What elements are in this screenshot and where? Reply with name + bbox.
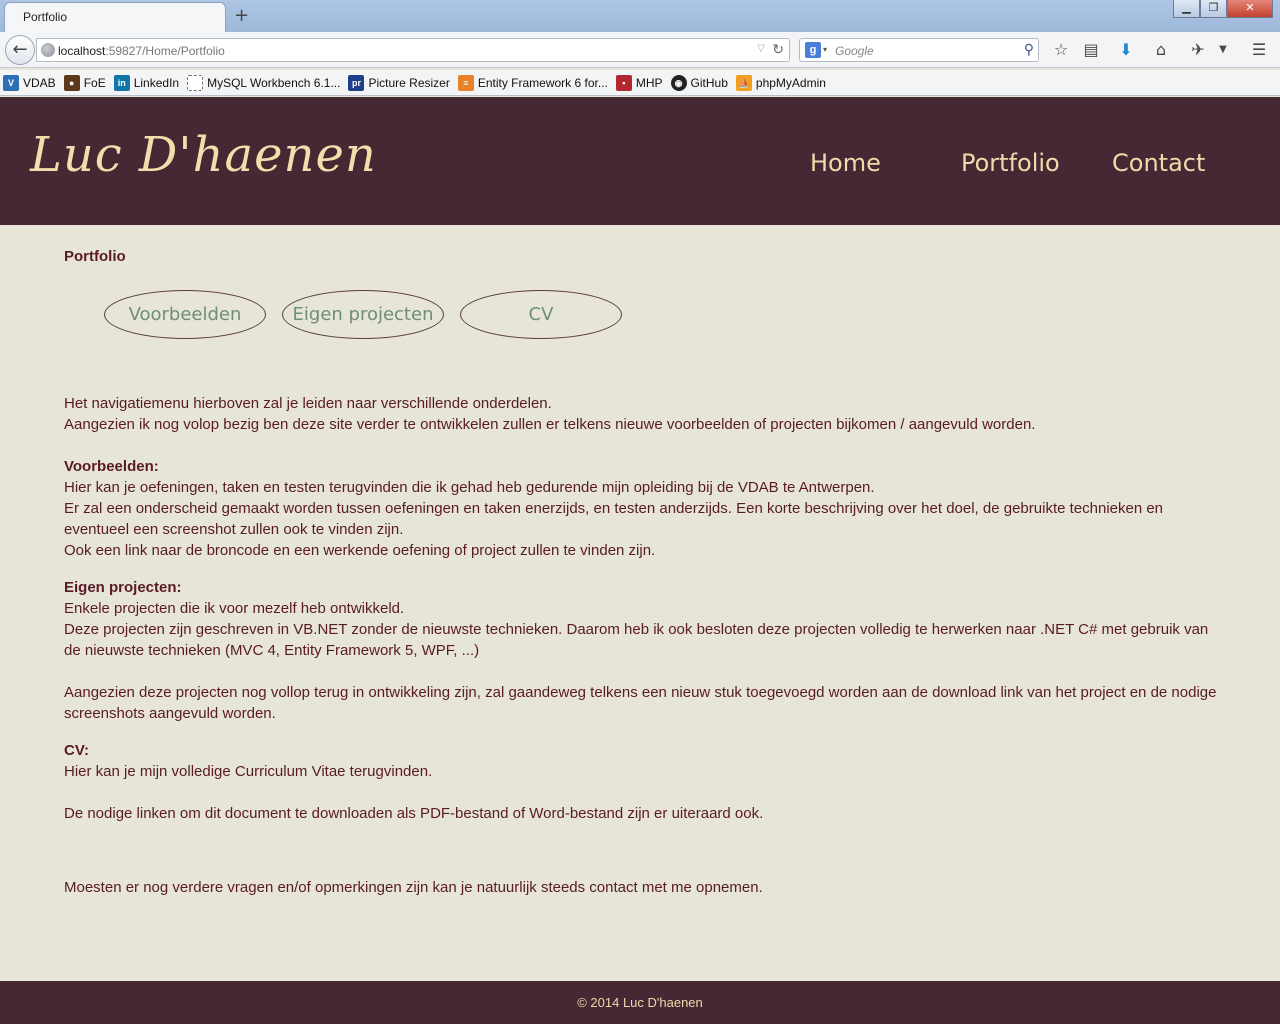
back-arrow-icon[interactable]: ← xyxy=(5,35,35,65)
search-placeholder: Google xyxy=(835,44,874,58)
bookmark-linkedin[interactable]: in LinkedIn xyxy=(113,74,179,91)
menu-icon[interactable]: ☰ xyxy=(1247,38,1271,62)
site-footer: © 2014 Luc D'haenen xyxy=(0,981,1280,1024)
foe-icon: ● xyxy=(63,74,80,91)
vdab-icon: V xyxy=(3,74,19,91)
eigen-projecten-section: Eigen projecten: Enkele projecten die ik… xyxy=(64,579,1217,722)
page-title: Portfolio xyxy=(64,248,126,265)
close-icon[interactable]: ✕ xyxy=(1227,0,1273,18)
reading-list-icon[interactable]: ▤ xyxy=(1079,38,1103,62)
url-bar[interactable]: localhost:59827/Home/Portfolio ▽ ↻ xyxy=(36,38,790,62)
bookmark-picture-resizer[interactable]: pr Picture Resizer xyxy=(348,74,450,91)
closing-text: Moesten er nog verdere vragen en/of opme… xyxy=(64,879,763,896)
home-icon[interactable]: ⌂ xyxy=(1149,38,1173,62)
search-input[interactable]: g ▾ Google ⚲ xyxy=(799,38,1039,62)
tab-eigen-projecten[interactable]: Eigen projecten xyxy=(282,290,444,339)
stackoverflow-icon: ≡ xyxy=(457,74,474,91)
bookmark-mysql-workbench[interactable]: MySQL Workbench 6.1... xyxy=(187,74,340,91)
mhp-icon: ▪ xyxy=(615,74,632,91)
tab-title: Portfolio xyxy=(23,10,68,24)
picture-resizer-icon: pr xyxy=(348,74,365,91)
bookmark-phpmyadmin[interactable]: ⛵ phpMyAdmin xyxy=(735,74,826,91)
tab-voorbeelden[interactable]: Voorbeelden xyxy=(104,290,266,339)
dropdown-arrow-icon[interactable]: ▽ xyxy=(757,43,765,54)
bookmark-mhp[interactable]: ▪ MHP xyxy=(615,74,663,91)
intro-text: Het navigatiemenu hierboven zal je leide… xyxy=(64,395,1036,433)
google-icon[interactable]: g xyxy=(805,42,821,58)
github-icon: ◉ xyxy=(670,74,687,91)
addon-icon[interactable]: ✈ xyxy=(1186,38,1210,62)
search-icon[interactable]: ⚲ xyxy=(1024,41,1034,58)
chevron-down-icon[interactable]: ▾ xyxy=(823,45,827,54)
bookmark-vdab[interactable]: V VDAB xyxy=(3,74,56,91)
linkedin-icon: in xyxy=(113,74,130,91)
nav-home[interactable]: Home xyxy=(810,149,881,177)
page-icon xyxy=(187,74,204,91)
reload-icon[interactable]: ↻ xyxy=(772,41,784,58)
eigen-projecten-heading: Eigen projecten: xyxy=(64,579,182,596)
bookmarks-toolbar: V VDAB ● FoE in LinkedIn MySQL Workbench… xyxy=(0,70,1280,96)
star-icon[interactable]: ☆ xyxy=(1049,38,1073,62)
cv-heading: CV: xyxy=(64,742,90,759)
tab-cv[interactable]: CV xyxy=(460,290,622,339)
phpmyadmin-icon: ⛵ xyxy=(735,74,752,91)
window-titlebar: Portfolio + ▁ ❐ ✕ xyxy=(0,0,1280,32)
download-icon[interactable]: ⬇ xyxy=(1114,38,1138,62)
url-text: localhost:59827/Home/Portfolio xyxy=(58,44,225,58)
new-tab-button[interactable]: + xyxy=(234,5,249,26)
voorbeelden-heading: Voorbeelden: xyxy=(64,458,159,475)
browser-tab[interactable]: Portfolio xyxy=(4,2,226,32)
site-header: Luc D'haenen Home Portfolio Contact xyxy=(0,97,1280,225)
cv-section: CV: Hier kan je mijn volledige Curriculu… xyxy=(64,742,764,822)
maximize-icon[interactable]: ❐ xyxy=(1200,0,1227,18)
bookmark-github[interactable]: ◉ GitHub xyxy=(670,74,728,91)
globe-icon xyxy=(41,43,55,57)
bookmark-entity-framework[interactable]: ≡ Entity Framework 6 for... xyxy=(457,74,608,91)
minimize-icon[interactable]: ▁ xyxy=(1173,0,1200,18)
voorbeelden-section: Voorbeelden: Hier kan je oefeningen, tak… xyxy=(64,458,1164,559)
nav-contact[interactable]: Contact xyxy=(1112,149,1205,177)
bookmark-foe[interactable]: ● FoE xyxy=(63,74,106,91)
nav-portfolio[interactable]: Portfolio xyxy=(961,149,1060,177)
chevron-down-icon[interactable]: ▼ xyxy=(1211,38,1235,62)
site-logo[interactable]: Luc D'haenen xyxy=(30,127,377,183)
copyright-text: © 2014 Luc D'haenen xyxy=(577,995,703,1010)
